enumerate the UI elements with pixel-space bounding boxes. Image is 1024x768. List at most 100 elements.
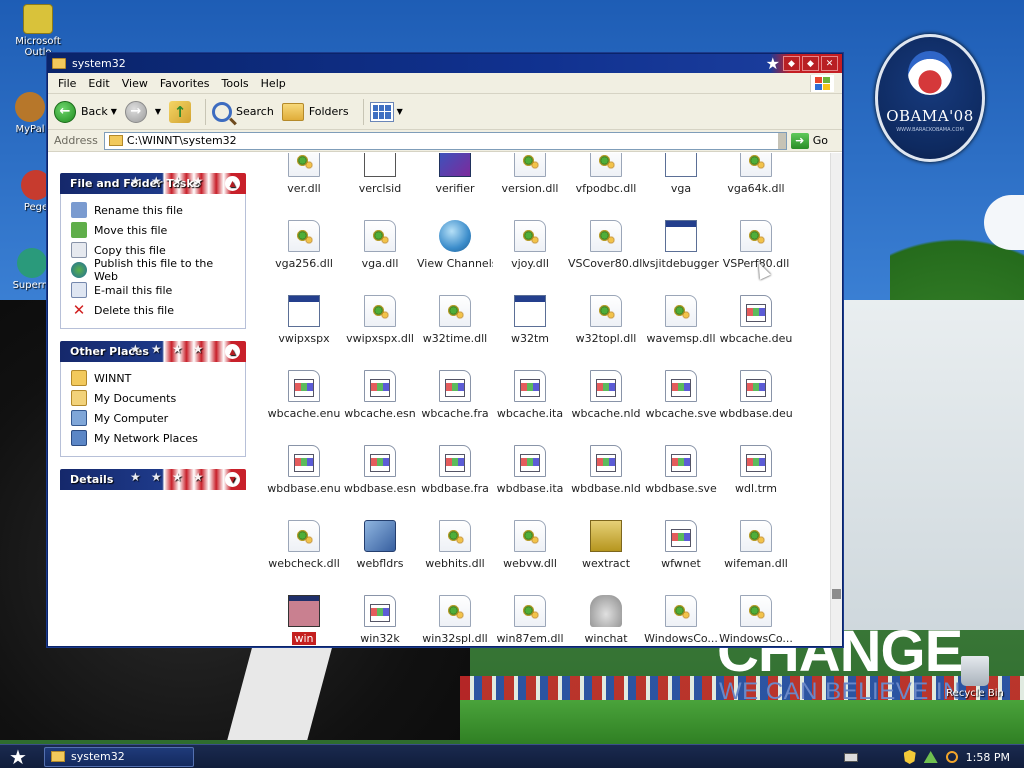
file-item[interactable]: verclsid: [342, 153, 418, 195]
task-email[interactable]: E-mail this file: [71, 280, 237, 300]
desktop-icon-recycle-bin[interactable]: Recycle Bin: [945, 656, 1005, 699]
collapse-icon[interactable]: ▲: [225, 344, 240, 359]
menu-view[interactable]: View: [116, 77, 154, 90]
file-item[interactable]: vga64k.dll: [718, 153, 794, 195]
file-item[interactable]: w32tm: [492, 295, 568, 345]
file-item[interactable]: wbcache.sve: [643, 370, 719, 420]
file-item[interactable]: wbdbase.fra: [417, 445, 493, 495]
file-item[interactable]: wbdbase.esn: [342, 445, 418, 495]
place-my-computer[interactable]: My Computer: [71, 408, 237, 428]
taskbar-item-system32[interactable]: system32: [44, 746, 194, 767]
file-item[interactable]: win32k: [342, 595, 418, 645]
file-item[interactable]: wbdbase.nld: [568, 445, 644, 495]
file-item[interactable]: wbcache.enu: [266, 370, 342, 420]
explorer-window[interactable]: system32 ★ ◆ ◆ ✕ File Edit View Favorite…: [47, 53, 843, 647]
file-item[interactable]: wdl.trm: [718, 445, 794, 495]
details-pane: Details ★ ★ ★ ★ ▼: [60, 469, 246, 490]
file-item[interactable]: wfwnet: [643, 520, 719, 570]
file-item[interactable]: w32time.dll: [417, 295, 493, 345]
collapse-icon[interactable]: ▲: [225, 176, 240, 191]
other-places-header[interactable]: Other Places ★ ★ ★ ★ ▲: [60, 341, 246, 362]
file-item[interactable]: win32spl.dll: [417, 595, 493, 645]
file-list[interactable]: ver.dll verclsid verifier version.dll vfpodb…: [258, 153, 842, 646]
minimize-button[interactable]: ◆: [783, 56, 800, 71]
clock[interactable]: 1:58 PM: [966, 751, 1010, 764]
file-item[interactable]: win: [266, 595, 342, 646]
menu-file[interactable]: File: [52, 77, 82, 90]
menu-tools[interactable]: Tools: [216, 77, 255, 90]
search-icon[interactable]: [945, 751, 958, 763]
task-delete[interactable]: ✕ Delete this file: [71, 300, 237, 320]
back-button[interactable]: ← Back ▼: [54, 100, 117, 123]
file-item[interactable]: wbdbase.ita: [492, 445, 568, 495]
file-item[interactable]: w32topl.dll: [568, 295, 644, 345]
file-item[interactable]: ver.dll: [266, 153, 342, 195]
toolbar: ← Back ▼ → ▼ ↑ Search Folders ▼: [48, 94, 842, 130]
details-header[interactable]: Details ★ ★ ★ ★ ▼: [60, 469, 246, 490]
security-shield-icon[interactable]: [903, 750, 916, 764]
expand-icon[interactable]: ▼: [225, 472, 240, 487]
task-move[interactable]: Move this file: [71, 220, 237, 240]
place-my-network[interactable]: My Network Places: [71, 428, 237, 448]
vertical-scrollbar[interactable]: [830, 153, 842, 646]
keyboard-icon[interactable]: [843, 752, 858, 762]
file-item[interactable]: wbdbase.sve: [643, 445, 719, 495]
forward-button[interactable]: → ▼: [124, 100, 161, 123]
folders-button[interactable]: Folders: [281, 102, 349, 121]
menu-help[interactable]: Help: [255, 77, 292, 90]
file-item[interactable]: wextract: [568, 520, 644, 570]
file-item[interactable]: webfldrs: [342, 520, 418, 570]
address-dropdown-button[interactable]: [777, 132, 786, 149]
place-winnt[interactable]: WINNT: [71, 368, 237, 388]
file-item[interactable]: vwipxspx.dll: [342, 295, 418, 345]
place-my-documents[interactable]: My Documents: [71, 388, 237, 408]
file-item[interactable]: wbdbase.enu: [266, 445, 342, 495]
file-item[interactable]: webvw.dll: [492, 520, 568, 570]
up-folder-button[interactable]: ↑: [169, 100, 192, 123]
file-item[interactable]: version.dll: [492, 153, 568, 195]
file-item[interactable]: wbdbase.deu: [718, 370, 794, 420]
other-places-pane: Other Places ★ ★ ★ ★ ▲ WINNT My Document…: [60, 341, 246, 457]
file-item[interactable]: wbcache.ita: [492, 370, 568, 420]
file-item[interactable]: winchat: [568, 595, 644, 645]
file-item[interactable]: verifier: [417, 153, 493, 195]
go-button[interactable]: ➜ Go: [790, 132, 828, 149]
file-item[interactable]: vga: [643, 153, 719, 195]
file-item[interactable]: wbcache.esn: [342, 370, 418, 420]
network-icon[interactable]: [923, 751, 938, 763]
file-item[interactable]: vfpodbc.dll: [568, 153, 644, 195]
file-item[interactable]: wbcache.fra: [417, 370, 493, 420]
file-item[interactable]: VSPerf80.dll: [718, 220, 794, 270]
menu-edit[interactable]: Edit: [82, 77, 115, 90]
file-item[interactable]: wbcache.deu: [718, 295, 794, 345]
file-item[interactable]: webhits.dll: [417, 520, 493, 570]
file-item[interactable]: webcheck.dll: [266, 520, 342, 570]
file-item[interactable]: VSCover80.dll: [568, 220, 644, 270]
file-item[interactable]: wbcache.nld: [568, 370, 644, 420]
title-bar[interactable]: system32 ★ ◆ ◆ ✕: [48, 54, 842, 73]
maximize-button[interactable]: ◆: [802, 56, 819, 71]
menu-favorites[interactable]: Favorites: [154, 77, 216, 90]
start-button[interactable]: ★: [0, 745, 36, 768]
file-item[interactable]: WindowsCo...: [643, 595, 719, 645]
file-item[interactable]: vga.dll: [342, 220, 418, 270]
task-publish[interactable]: Publish this file to the Web: [71, 257, 237, 283]
file-item[interactable]: vjoy.dll: [492, 220, 568, 270]
views-button[interactable]: ▼: [369, 101, 403, 122]
close-button[interactable]: ✕: [821, 56, 838, 71]
file-item[interactable]: View Channels: [417, 220, 493, 270]
file-item[interactable]: vga256.dll: [266, 220, 342, 270]
desktop-icon-outlook[interactable]: Microsoft Outlo: [8, 4, 68, 58]
file-icon: [439, 153, 471, 177]
file-item[interactable]: wavemsp.dll: [643, 295, 719, 345]
file-item[interactable]: win87em.dll: [492, 595, 568, 645]
search-button[interactable]: Search: [212, 101, 274, 122]
file-item[interactable]: vsjitdebugger: [643, 220, 719, 270]
file-item[interactable]: wifeman.dll: [718, 520, 794, 570]
file-folder-tasks-header[interactable]: File and Folder Tasks ★ ★ ★ ★ ▲: [60, 173, 246, 194]
scrollbar-thumb[interactable]: [832, 589, 841, 599]
task-rename[interactable]: Rename this file: [71, 200, 237, 220]
address-input[interactable]: C:\WINNT\system32: [103, 131, 787, 150]
file-item[interactable]: vwipxspx: [266, 295, 342, 345]
file-item[interactable]: WindowsCo...: [718, 595, 794, 645]
